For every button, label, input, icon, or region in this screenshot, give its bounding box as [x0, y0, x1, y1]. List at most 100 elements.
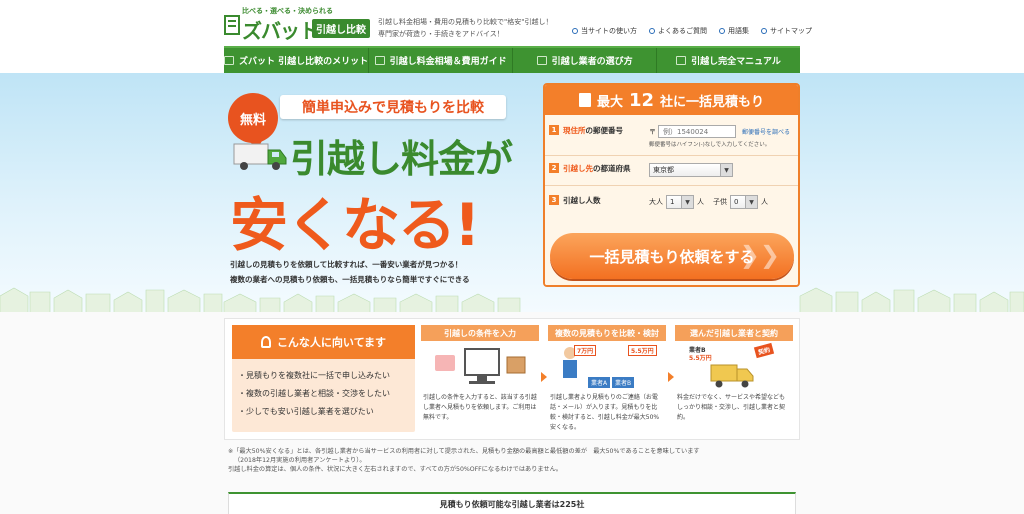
arrow-right-icon	[668, 372, 674, 382]
chevron-right-icon: ❯❯	[739, 241, 780, 269]
recommend-header: こんな人に向いてます	[232, 325, 415, 359]
flow-step-2: 複数の見積もりを比較・検討 7万円 5.5万円 業者A 業者B 引越し業者より見…	[548, 325, 666, 432]
recommend-list: ・見積もりを複数社に一括で申し込みたい ・複数の引越し業者と相談・交渉をしたい …	[232, 359, 415, 429]
computer-icon	[435, 348, 526, 384]
form-header-post: 社に一括見積もり	[660, 94, 765, 110]
form-row-zip: 1 現住所の郵便番号 〒 郵便番号を調べる 郵便番号はハイフン(-)なしで入力し…	[549, 125, 795, 148]
lightbulb-icon	[260, 336, 271, 348]
child-unit: 人	[761, 198, 768, 206]
form-row-destination: 2 引越し先の都道府県 東京都 ▼	[549, 163, 795, 177]
hero-desc-line-2: 複数の業者への見積もり依頼も、一括見積もりなら簡単ですぐにできる	[230, 275, 470, 284]
step-illustration: 業者B 5.5万円 契約	[675, 341, 793, 393]
company-b-badge: 業者B	[612, 377, 635, 388]
people-label: 引越し人数	[563, 196, 601, 205]
child-label: 子供	[713, 198, 727, 206]
form-header-pre: 最大	[596, 94, 623, 110]
submit-estimate-button[interactable]: 一括見積もり依頼をする ❯❯	[550, 233, 794, 279]
util-link-howto[interactable]: 当サイトの使い方	[572, 26, 637, 36]
list-item: ・少しでも安い引越し業者を選びたい	[238, 407, 374, 416]
step-illustration: 7万円 5.5万円 業者A 業者B	[548, 341, 666, 393]
tagline-line-2: 専門家が荷造り・手続きをアドバイス！	[378, 30, 504, 38]
child-select[interactable]: 0 ▼	[730, 195, 758, 209]
main-nav: ズバット 引越し比較のメリット 引越し料金相場＆費用ガイド 引越し業者の選び方 …	[224, 46, 800, 73]
util-link-glossary[interactable]: 用語集	[719, 26, 749, 36]
link-dot-icon	[719, 28, 725, 34]
step-number: 2	[549, 163, 559, 173]
util-link-sitemap[interactable]: サイトマップ	[761, 26, 812, 36]
zip-note: 郵便番号はハイフン(-)なしで入力してください。	[649, 142, 771, 148]
adult-select[interactable]: 1 ▼	[666, 195, 694, 209]
step-number: 3	[549, 195, 559, 205]
divider	[545, 185, 798, 186]
nav-item-how-to-choose[interactable]: 引越し業者の選び方	[513, 48, 658, 73]
contract-company: 業者B 5.5万円	[689, 347, 712, 362]
nav-item-manual[interactable]: 引越し完全マニュアル	[657, 48, 800, 73]
flow-step-3: 選んだ引越し業者と契約 業者B 5.5万円 契約 料金だけでなく、サービスや希望…	[675, 325, 793, 432]
site-logo[interactable]: 比べる・選べる・決められる ズバット 引越し比較	[224, 6, 370, 43]
divider	[545, 155, 798, 156]
hero-headline-1: 引越し料金が	[290, 137, 513, 181]
tagline-line-1: 引越し料金相場・費用の見積もり比較で"格安"引越し！	[378, 18, 553, 26]
money-icon	[374, 56, 385, 65]
prefecture-select[interactable]: 東京都 ▼	[649, 163, 733, 177]
link-dot-icon	[572, 28, 578, 34]
step-number: 1	[549, 125, 559, 135]
site-header: 比べる・選べる・決められる ズバット 引越し比較 引越し料金相場・費用の見積もり…	[0, 0, 1024, 46]
disclaimer-footnote: ※「最大50%安くなる」とは、各引越し業者から当サービスの利用者に対して提示され…	[228, 447, 700, 474]
logo-badge: 引越し比較	[312, 19, 370, 38]
price-tag-a: 7万円	[574, 345, 597, 356]
company-count-heading: 見積もり依頼可能な引越し業者は225社	[228, 492, 796, 514]
zip-lookup-link[interactable]: 郵便番号を調べる	[742, 127, 790, 136]
hero-desc-line-1: 引越しの見積もりを依頼して比較すれば、一番安い業者が見つかる！	[230, 260, 463, 269]
step-text: 料金だけでなく、サービスや希望なども しっかり相談・交渉し、引越し業者と契約。	[677, 394, 786, 421]
flow-step-1: 引越しの条件を入力 引越しの条件を入力すると、該当する引越し業者へ見積もりを依頼…	[421, 325, 539, 432]
document-icon	[578, 93, 591, 107]
util-link-faq[interactable]: よくあるご質問	[649, 26, 707, 36]
step-illustration	[421, 341, 539, 393]
zip-input[interactable]	[658, 125, 736, 138]
step-text: 引越し業者より見積もりのご連絡（お電話・メール）が入ります。見積もりを比較・検討…	[550, 394, 660, 431]
step-title: 引越しの条件を入力	[421, 325, 539, 341]
chevron-down-icon: ▼	[681, 196, 693, 208]
town-skyline-illustration	[0, 280, 1024, 315]
logo-text: ズバット	[242, 19, 319, 43]
clipboard-icon	[536, 56, 547, 65]
logo-mark-icon	[224, 15, 240, 35]
form-header: 最大 12 社に一括見積もり	[545, 85, 798, 115]
adult-label: 大人	[649, 198, 663, 206]
chevron-down-icon: ▼	[745, 196, 757, 208]
truck-icon	[710, 364, 754, 388]
form-header-num: 12	[628, 89, 655, 111]
destination-label: 引越し先の都道府県	[563, 164, 631, 173]
list-item: ・複数の引越し業者と相談・交渉をしたい	[238, 389, 390, 398]
hero-headline-2: 安くなる!	[230, 191, 480, 259]
form-row-people: 3 引越し人数 大人 1 ▼ 人 子供 0 ▼ 人	[549, 195, 795, 209]
hero-catch-copy: 簡単申込みで見積もりを比較	[280, 95, 506, 119]
estimate-form: 最大 12 社に一括見積もり 1 現住所の郵便番号 〒 郵便番号を調べる 郵便番…	[543, 83, 800, 287]
nav-item-merit[interactable]: ズバット 引越し比較のメリット	[224, 48, 370, 73]
footnote-line-1: ※「最大50%安くなる」とは、各引越し業者から当サービスの利用者に対して提示され…	[228, 448, 700, 455]
zip-field-group: 〒 郵便番号を調べる 郵便番号はハイフン(-)なしで入力してください。	[649, 125, 790, 148]
book-icon	[676, 56, 687, 65]
zip-mark: 〒	[649, 127, 656, 136]
zip-label: 現住所の郵便番号	[563, 126, 623, 135]
chevron-down-icon: ▼	[720, 164, 732, 176]
truck-icon	[233, 143, 287, 170]
utility-nav: 当サイトの使い方 よくあるご質問 用語集 サイトマップ	[572, 26, 812, 36]
price-tag-b: 5.5万円	[628, 345, 657, 356]
hero-background	[0, 73, 1024, 313]
link-dot-icon	[649, 28, 655, 34]
adult-unit: 人	[697, 198, 704, 206]
arrow-right-icon	[541, 372, 547, 382]
step-title: 複数の見積もりを比較・検討	[548, 325, 666, 341]
footnote-line-2: （2018年12月実施の利用者アンケートより）。	[234, 457, 366, 464]
form-body: 1 現住所の郵便番号 〒 郵便番号を調べる 郵便番号はハイフン(-)なしで入力し…	[545, 115, 798, 285]
footnote-line-3: 引越し料金の算定は、個人の条件、状況に大きく左右されますので、すべての方が50%…	[228, 466, 562, 473]
contract-tag: 契約	[753, 342, 775, 359]
nav-item-price-guide[interactable]: 引越し料金相場＆費用ガイド	[369, 48, 514, 73]
company-a-badge: 業者A	[588, 377, 611, 388]
house-icon	[224, 56, 234, 65]
step-title: 選んだ引越し業者と契約	[675, 325, 793, 341]
step-text: 引越しの条件を入力すると、該当する引越し業者へ見積もりを依頼します。ご利用は無料…	[423, 394, 537, 421]
people-group: 大人 1 ▼ 人 子供 0 ▼ 人	[649, 195, 768, 209]
